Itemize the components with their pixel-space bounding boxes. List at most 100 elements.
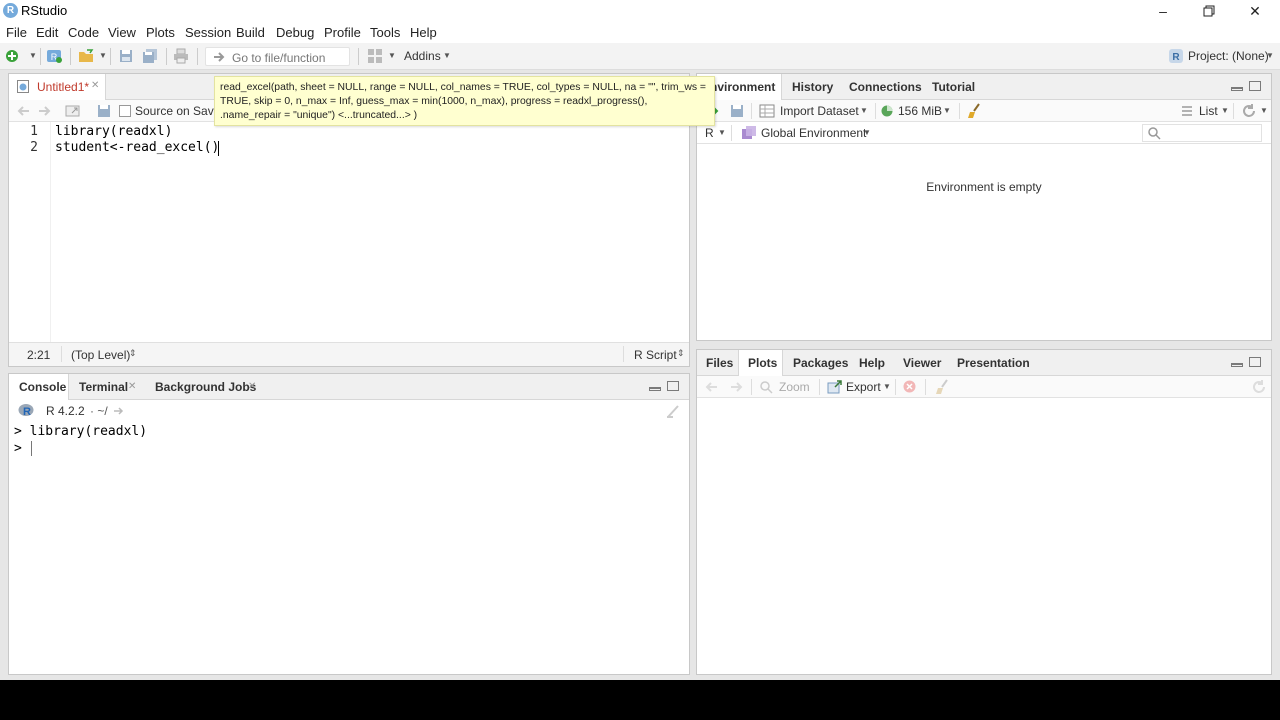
tab-console[interactable]: Console [9,374,69,400]
close-tab-icon[interactable]: ✕ [248,381,256,392]
maximize-pane-icon[interactable] [1249,357,1261,367]
chevron-down-icon[interactable]: ▼ [99,51,107,60]
console-line: > library(readxl) [14,424,148,439]
list-view-icon [1182,106,1192,116]
close-tab-icon[interactable]: ✕ [91,80,99,91]
tab-history[interactable]: History [792,80,833,94]
save-all-icon[interactable] [142,48,158,64]
grid-layout-icon[interactable] [367,48,383,64]
scope-selector[interactable]: (Top Level) [71,348,130,362]
code-line[interactable]: library(readxl) [55,124,172,140]
status-separator [61,346,62,362]
back-arrow-icon[interactable] [705,380,719,394]
tab-viewer[interactable]: Viewer [903,356,941,370]
restore-button[interactable] [1186,0,1232,22]
tab-plots[interactable]: Plots [738,350,783,376]
chevron-down-icon[interactable]: ▼ [29,51,37,60]
tab-presentation[interactable]: Presentation [957,356,1030,370]
toolbar-separator [959,103,960,119]
menu-code[interactable]: Code [68,25,99,40]
export-button[interactable]: Export [846,380,881,394]
maximize-pane-icon[interactable] [1249,81,1261,91]
minimize-button[interactable]: – [1140,0,1186,22]
toolbar-separator [925,379,926,395]
chevron-down-icon[interactable]: ▼ [388,51,396,60]
zoom-button[interactable]: Zoom [779,380,810,394]
menu-plots[interactable]: Plots [146,25,175,40]
print-icon[interactable] [173,48,189,64]
tab-files[interactable]: Files [706,356,733,370]
menu-file[interactable]: File [6,25,27,40]
global-environment-icon [742,126,756,139]
import-dataset-button[interactable]: Import Dataset ▼ [759,100,869,122]
tab-connections[interactable]: Connections [849,80,922,94]
addins-menu[interactable]: Addins [404,49,441,63]
goto-directory-icon[interactable] [113,406,125,416]
workspace: Untitled1* ✕ Source on Save 1 2 library(… [0,70,1280,680]
view-mode-selector[interactable]: List [1199,104,1218,118]
menu-help[interactable]: Help [410,25,437,40]
menu-view[interactable]: View [108,25,136,40]
minimize-pane-icon[interactable] [1231,363,1243,367]
new-file-icon[interactable] [4,48,20,64]
menu-debug[interactable]: Debug [276,25,314,40]
tab-help[interactable]: Help [859,356,885,370]
clear-workspace-broom-icon[interactable] [967,103,983,119]
minimize-pane-icon[interactable] [1231,87,1243,91]
goto-file-function-input[interactable]: Go to file/function [205,47,350,66]
memory-usage-button[interactable]: 156 MiB ▼ [881,100,951,122]
close-tab-icon[interactable]: ✕ [128,381,136,392]
project-label: Project: (None) [1188,49,1269,63]
code-line[interactable]: student<-read_excel() [55,140,219,156]
refresh-icon[interactable] [1241,103,1257,119]
goto-placeholder: Go to file/function [232,51,326,65]
environment-search-input[interactable] [1142,124,1262,142]
search-icon [1148,127,1161,140]
chevron-down-icon[interactable]: ▼ [863,128,871,137]
source-on-save-checkbox[interactable] [119,105,131,117]
tab-terminal[interactable]: Terminal [79,380,128,394]
console-prompt[interactable]: > [14,440,30,457]
show-in-window-icon[interactable] [65,104,81,118]
chevron-down-icon[interactable]: ▼ [718,128,726,137]
chevron-down-icon[interactable]: ▼ [883,382,891,391]
save-icon[interactable] [730,104,744,118]
file-type-selector[interactable]: R Script [634,348,677,362]
menu-tools[interactable]: Tools [370,25,400,40]
forward-arrow-icon[interactable] [729,380,743,394]
clear-plots-broom-icon[interactable] [935,379,951,395]
chevron-down-icon[interactable]: ▼ [1260,106,1268,115]
minimize-pane-icon[interactable] [649,387,661,391]
zoom-icon[interactable] [759,380,773,394]
maximize-pane-icon[interactable] [667,381,679,391]
code-editor[interactable]: library(readxl) student<-read_excel() [52,122,689,342]
refresh-icon[interactable] [1251,379,1267,395]
chevron-down-icon[interactable]: ▼ [443,51,451,60]
tab-tutorial[interactable]: Tutorial [932,80,975,94]
menu-edit[interactable]: Edit [36,25,58,40]
clear-console-icon[interactable] [665,403,681,419]
new-project-icon[interactable]: R [46,48,62,64]
open-folder-icon[interactable] [78,48,94,64]
tab-untitled1[interactable]: Untitled1* ✕ [9,74,106,100]
remove-plot-icon[interactable] [903,380,916,393]
tab-background-jobs[interactable]: Background Jobs [155,380,256,394]
close-button[interactable]: ✕ [1232,0,1278,22]
menu-profile[interactable]: Profile [324,25,361,40]
working-directory[interactable]: · ~/ [90,404,108,418]
chevron-down-icon[interactable]: ▼ [1221,106,1229,115]
menu-build[interactable]: Build [236,25,265,40]
forward-arrow-icon[interactable] [37,104,51,118]
updown-icon[interactable]: ⇕ [129,348,137,359]
back-arrow-icon[interactable] [17,104,31,118]
title-bar: R RStudio – ✕ [0,0,1280,22]
table-icon [759,104,775,118]
menu-session[interactable]: Session [185,25,231,40]
chevron-down-icon: ▼ [860,106,868,115]
save-icon[interactable] [97,104,111,118]
environment-scope-selector[interactable]: Global Environment [761,126,866,140]
updown-icon[interactable]: ⇕ [677,348,685,359]
tab-packages[interactable]: Packages [793,356,848,370]
language-selector[interactable]: R [705,126,714,140]
save-icon[interactable] [118,48,134,64]
